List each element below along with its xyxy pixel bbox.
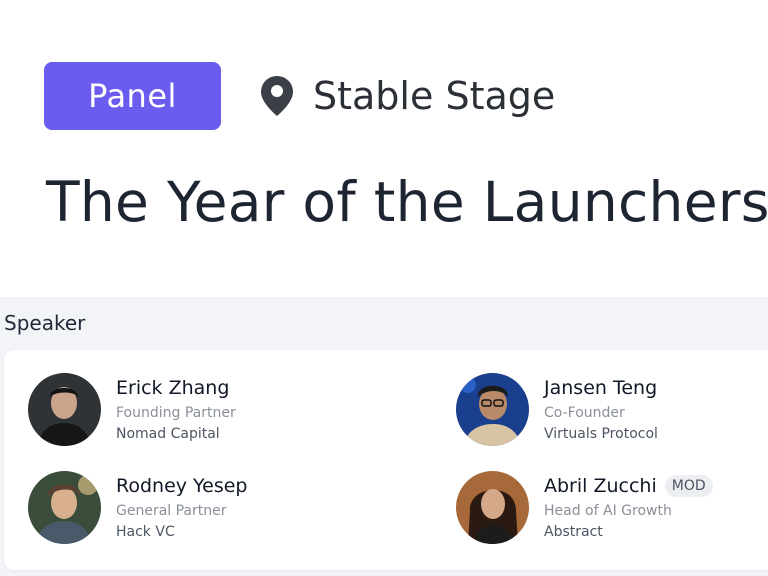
speaker-org: Abstract	[544, 524, 603, 540]
speaker-item[interactable]: Rodney Yesep General Partner Hack VC	[28, 471, 247, 544]
event-title: The Year of the Launchers	[46, 170, 768, 234]
speaker-name: Abril Zucchi	[544, 475, 657, 497]
speaker-name: Erick Zhang	[116, 377, 230, 399]
speaker-item[interactable]: Jansen Teng Co-Founder Virtuals Protocol	[456, 373, 658, 446]
speaker-org: Nomad Capital	[116, 426, 220, 442]
avatar	[28, 471, 101, 544]
speaker-item[interactable]: Abril Zucchi MOD Head of AI Growth Abstr…	[456, 471, 713, 544]
speaker-role: General Partner	[116, 503, 227, 519]
avatar	[456, 471, 529, 544]
speaker-name: Jansen Teng	[544, 377, 658, 399]
speaker-role: Founding Partner	[116, 405, 236, 421]
venue-label: Stable Stage	[313, 74, 556, 118]
speaker-role: Co-Founder	[544, 405, 625, 421]
speaker-card: Erick Zhang Founding Partner Nomad Capit…	[4, 350, 768, 570]
speaker-org: Hack VC	[116, 524, 175, 540]
speaker-org: Virtuals Protocol	[544, 426, 658, 442]
speaker-item[interactable]: Erick Zhang Founding Partner Nomad Capit…	[28, 373, 236, 446]
event-header: Panel Stable Stage The Year of the Launc…	[0, 0, 768, 297]
avatar	[28, 373, 101, 446]
tag-row: Panel Stable Stage	[44, 62, 555, 130]
session-type-badge: Panel	[44, 62, 221, 130]
speaker-name: Rodney Yesep	[116, 475, 248, 497]
speakers-section: Speaker Erick Zhang Founding Partner Nom…	[0, 297, 768, 576]
avatar	[456, 373, 529, 446]
moderator-badge: MOD	[664, 475, 713, 497]
section-label: Speaker	[4, 311, 86, 335]
speaker-role: Head of AI Growth	[544, 503, 672, 519]
venue: Stable Stage	[259, 74, 555, 118]
location-pin-icon	[259, 74, 295, 118]
